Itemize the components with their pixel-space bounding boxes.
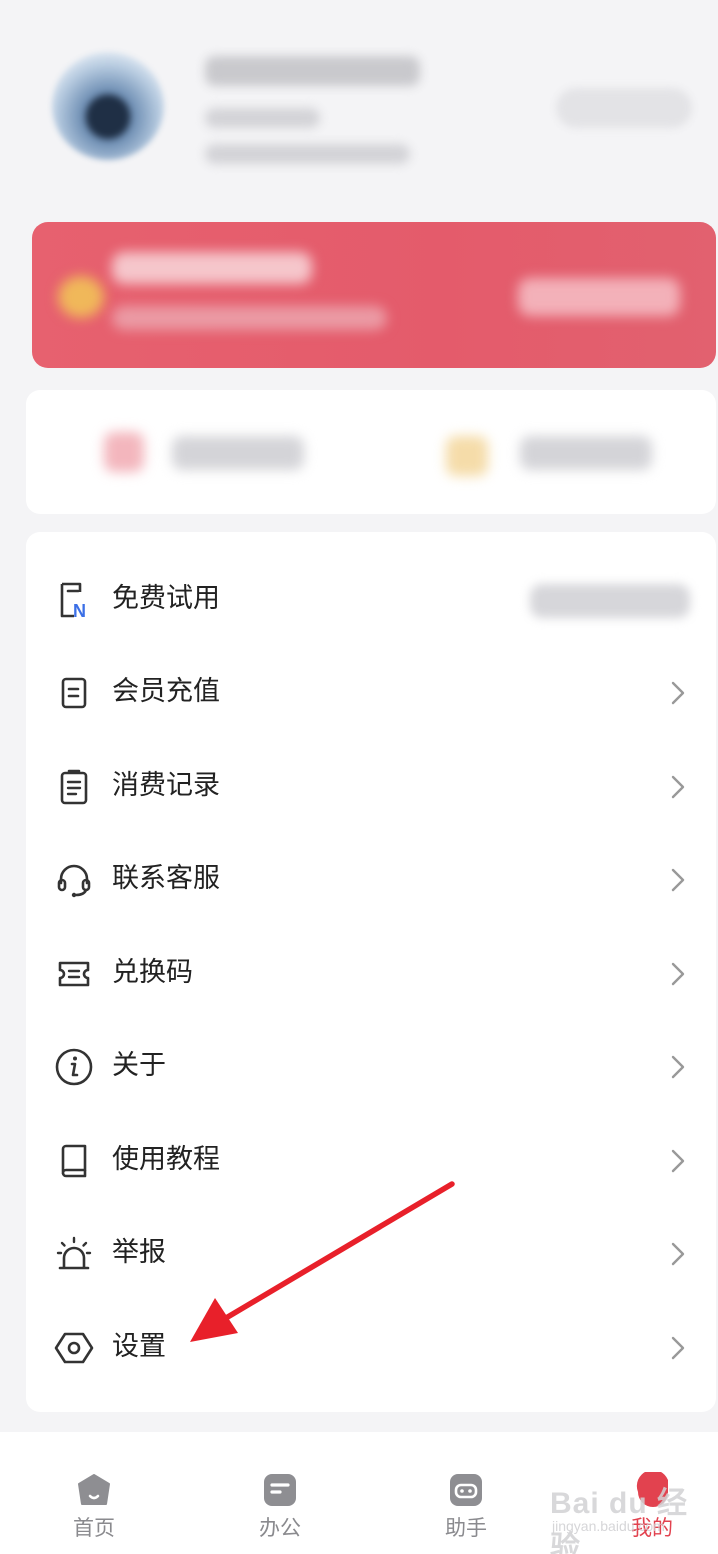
nav-tab-assistant[interactable]: 助手 xyxy=(406,1432,526,1554)
chevron-right-icon xyxy=(671,1055,685,1079)
nav-tab-home[interactable]: 首页 xyxy=(34,1432,154,1554)
quick-action-1-label-blurred[interactable] xyxy=(172,436,304,470)
nav-tab-label: 助手 xyxy=(445,1516,487,1540)
quick-action-1-icon xyxy=(104,432,144,472)
chevron-right-icon xyxy=(671,1149,685,1173)
menu-item-settings[interactable]: 设置 xyxy=(26,1300,716,1394)
menu-item-customer-service[interactable]: 联系客服 xyxy=(26,832,716,926)
menu-item-tutorial[interactable]: 使用教程 xyxy=(26,1113,716,1207)
menu-item-label: 免费试用 xyxy=(112,583,220,614)
watermark-url-text: jingyan.baidu.com xyxy=(552,1518,665,1534)
svg-text:N: N xyxy=(73,601,86,620)
info-icon xyxy=(55,1048,93,1086)
menu-item-report[interactable]: 举报 xyxy=(26,1206,716,1300)
menu-item-redeem-code[interactable]: 兑换码 xyxy=(26,926,716,1020)
menu-item-about[interactable]: 关于 xyxy=(26,1019,716,1113)
menu-item-label: 会员充值 xyxy=(112,676,220,707)
ticket-icon xyxy=(58,961,90,987)
book-icon xyxy=(61,1144,87,1178)
avatar[interactable] xyxy=(52,52,164,160)
nav-tab-label: 首页 xyxy=(73,1516,115,1540)
recharge-doc-icon xyxy=(61,677,87,709)
menu-item-label: 举报 xyxy=(112,1237,166,1268)
user-signature-blurred xyxy=(205,144,410,164)
vip-crown-icon xyxy=(58,276,104,318)
chevron-right-icon xyxy=(671,868,685,892)
user-id-blurred xyxy=(205,108,320,128)
alarm-siren-icon xyxy=(56,1236,92,1270)
menu-item-label: 使用教程 xyxy=(112,1144,220,1175)
vip-open-button-blurred[interactable] xyxy=(518,278,680,316)
menu-item-label: 设置 xyxy=(112,1331,166,1362)
chevron-right-icon xyxy=(671,962,685,986)
vip-subtitle-blurred xyxy=(112,306,387,330)
chevron-right-icon xyxy=(671,1336,685,1360)
nav-tab-office[interactable]: 办公 xyxy=(220,1432,340,1554)
menu-item-recharge[interactable]: 会员充值 xyxy=(26,645,716,739)
quick-action-2-icon xyxy=(446,436,488,476)
menu-item-label: 兑换码 xyxy=(112,957,193,988)
baidu-jingyan-watermark: Bai du 经验 jingyan.baidu.com xyxy=(548,1478,714,1554)
assistant-icon xyxy=(450,1474,482,1506)
quick-action-2-label-blurred[interactable] xyxy=(520,436,652,470)
menu-item-label: 消费记录 xyxy=(112,770,220,801)
chevron-right-icon xyxy=(671,775,685,799)
chevron-right-icon xyxy=(671,1242,685,1266)
menu-item-label: 联系客服 xyxy=(112,863,220,894)
free-trial-status-blurred xyxy=(530,584,690,618)
hexagon-settings-icon xyxy=(54,1332,94,1364)
office-icon xyxy=(264,1474,296,1506)
vip-title-blurred xyxy=(112,252,312,284)
trial-doc-n-icon: N xyxy=(60,582,86,620)
profile-header[interactable] xyxy=(0,0,718,210)
profile-edit-button-blurred[interactable] xyxy=(556,88,692,128)
menu-item-purchase-history[interactable]: 消费记录 xyxy=(26,739,716,833)
profile-page: N 免费试用 会员充值 消费记录 联系客服 兑换码 关于 使用教程 举报 设置 … xyxy=(0,0,718,1554)
chevron-right-icon xyxy=(671,681,685,705)
username-blurred xyxy=(205,56,420,86)
watermark-main-text: Bai du 经验 xyxy=(550,1487,689,1554)
clipboard-list-icon xyxy=(60,769,88,805)
nav-tab-label: 办公 xyxy=(259,1516,301,1540)
headset-icon xyxy=(57,864,91,898)
menu-item-label: 关于 xyxy=(112,1050,166,1081)
home-icon xyxy=(78,1474,110,1505)
